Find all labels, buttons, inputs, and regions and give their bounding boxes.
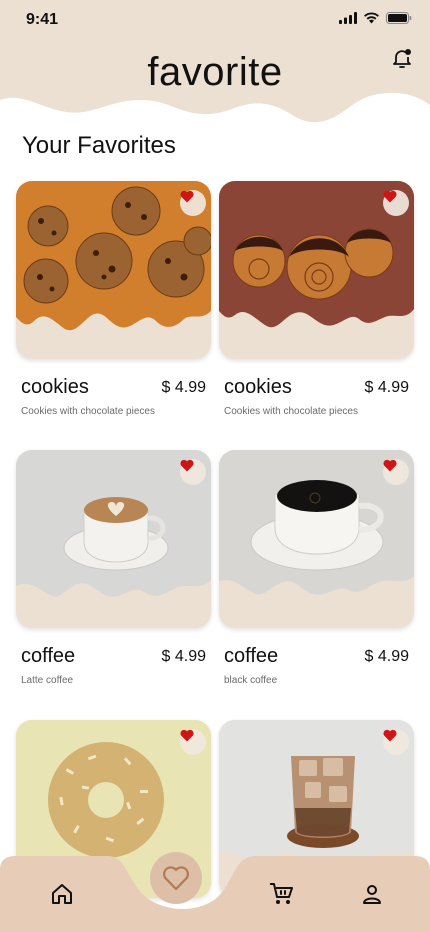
favorite-card[interactable] xyxy=(16,720,211,898)
favorite-card[interactable]: cookies $ 4.99 Cookies with chocolate pi… xyxy=(219,181,414,431)
product-price: $ 4.99 xyxy=(161,648,206,665)
heart-icon xyxy=(383,459,397,472)
heart-icon xyxy=(180,459,194,472)
product-image xyxy=(16,450,211,628)
favorite-toggle[interactable] xyxy=(383,459,409,485)
notification-bell-icon[interactable] xyxy=(390,46,414,70)
favorite-card[interactable]: cookies $ 4.99 Cookies with chocolate pi… xyxy=(16,181,211,431)
product-image xyxy=(16,181,211,359)
heart-icon xyxy=(180,729,194,742)
nav-cart[interactable] xyxy=(266,878,296,908)
product-name: coffee xyxy=(21,645,76,667)
favorite-toggle[interactable] xyxy=(180,459,206,485)
heart-icon xyxy=(383,729,397,742)
favorite-toggle[interactable] xyxy=(180,190,206,216)
section-title: Your Favorites xyxy=(22,132,176,159)
heart-icon xyxy=(383,190,397,203)
product-description: Latte coffee xyxy=(21,675,74,686)
page-title: favorite xyxy=(147,50,283,94)
battery-icon xyxy=(386,12,412,24)
product-name: cookies xyxy=(21,376,89,398)
bottom-nav xyxy=(0,852,430,932)
favorite-card[interactable]: coffee $ 4.99 Latte coffee xyxy=(16,450,211,700)
status-icons xyxy=(339,12,412,24)
product-price: $ 4.99 xyxy=(364,379,409,396)
product-name: coffee xyxy=(224,645,279,667)
product-price: $ 4.99 xyxy=(161,379,206,396)
nav-home[interactable] xyxy=(48,880,76,908)
home-icon xyxy=(52,884,72,904)
signal-icon xyxy=(339,12,357,24)
product-image xyxy=(219,450,414,628)
product-description: Cookies with chocolate pieces xyxy=(21,406,155,417)
product-description: Cookies with chocolate pieces xyxy=(224,406,358,417)
favorite-toggle[interactable] xyxy=(383,729,409,755)
product-description: black coffee xyxy=(224,675,278,686)
favorite-card[interactable] xyxy=(219,720,414,898)
status-time: 9:41 xyxy=(26,11,59,28)
favorite-toggle[interactable] xyxy=(180,729,206,755)
profile-icon xyxy=(363,885,381,904)
cart-icon xyxy=(270,883,293,904)
nav-profile[interactable] xyxy=(358,880,386,908)
status-bar: 9:41 xyxy=(0,0,430,40)
product-name: cookies xyxy=(224,376,292,398)
favorite-toggle[interactable] xyxy=(383,190,409,216)
heart-icon xyxy=(180,190,194,203)
product-image xyxy=(219,181,414,359)
wifi-icon xyxy=(364,12,379,24)
product-price: $ 4.99 xyxy=(364,648,409,665)
nav-favorites[interactable] xyxy=(150,852,202,904)
heart-icon xyxy=(163,866,189,891)
favorite-card[interactable]: coffee $ 4.99 black coffee xyxy=(219,450,414,700)
